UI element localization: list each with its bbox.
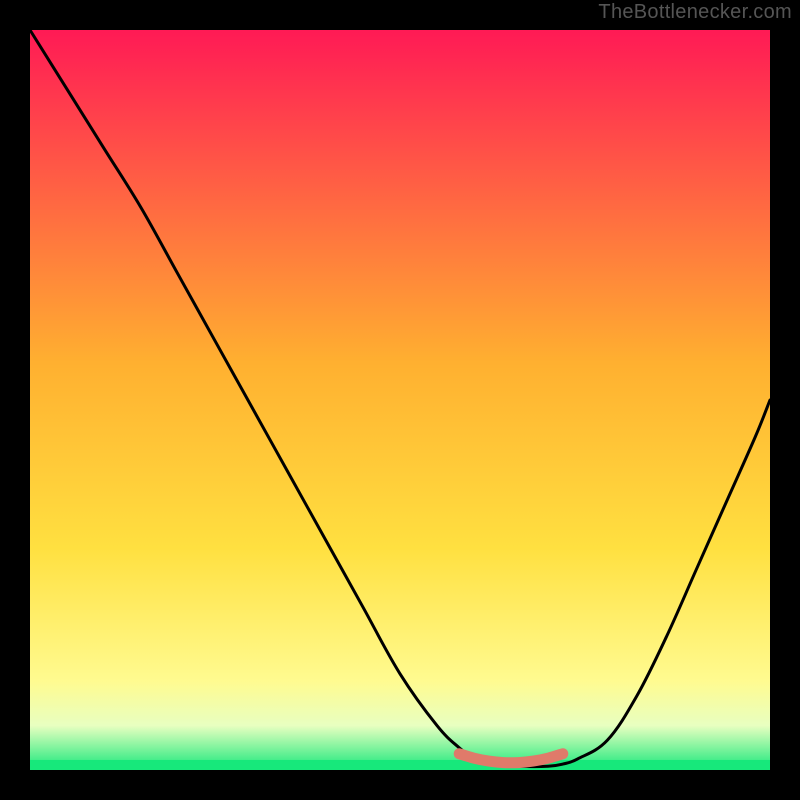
chart-svg (0, 0, 800, 800)
plot-background (30, 30, 770, 770)
green-bottom-band (30, 760, 770, 770)
chart-stage: TheBottlenecker.com (0, 0, 800, 800)
watermark-text: TheBottlenecker.com (598, 1, 792, 24)
